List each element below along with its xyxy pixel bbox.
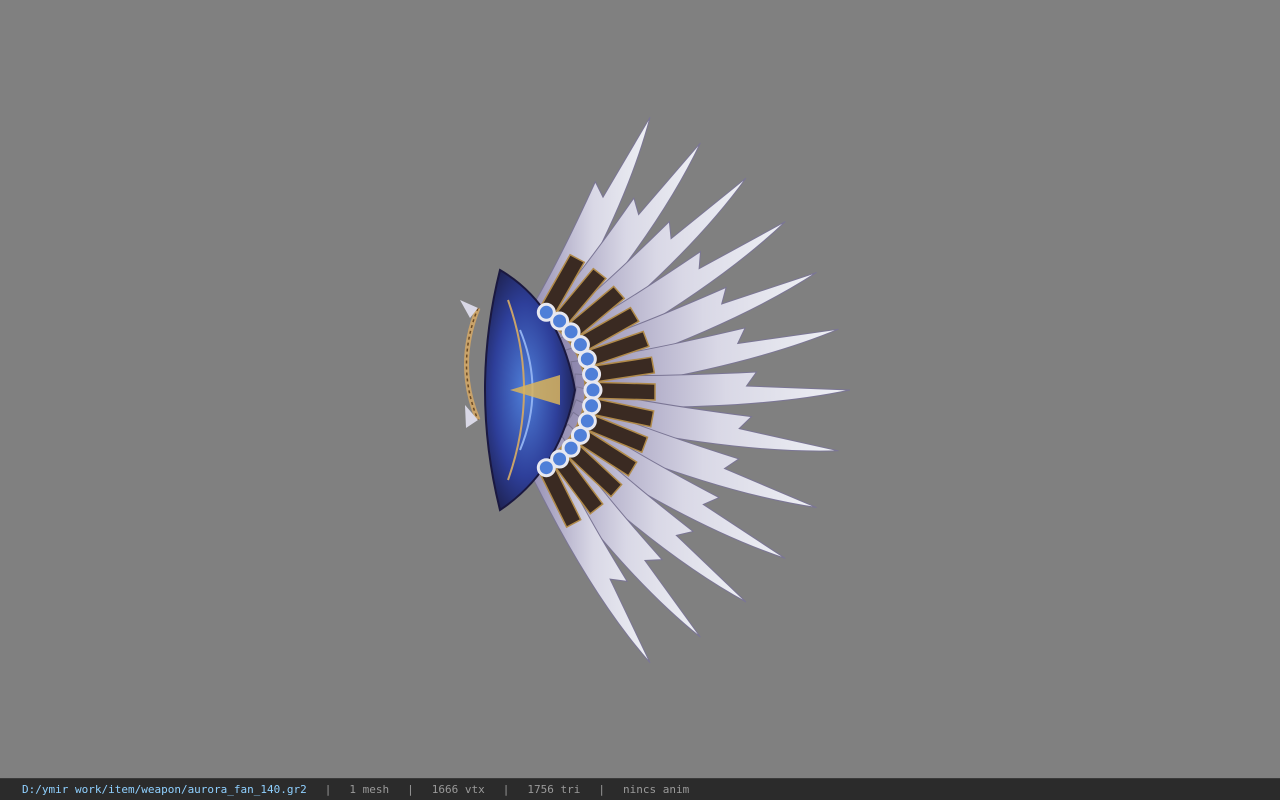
mesh-count-label: 1 mesh [349,783,390,796]
3d-viewport[interactable] [0,0,1280,778]
swirl-ornament [536,458,556,478]
status-separator: | [502,783,510,796]
triangle-count-label: 1756 tri [527,783,581,796]
status-separator: | [407,783,414,796]
animation-status-label: nincs anim [623,783,690,796]
weapon-model-render[interactable] [0,0,1280,778]
swirl-ornament [582,364,602,384]
status-bar: D:/ymir work/item/weapon/aurora_fan_140.… [0,778,1280,800]
swirl-ornament [582,396,602,416]
swirl-ornament [577,349,597,369]
fan-handle-loop [460,300,481,428]
vertex-count-label: 1666 vtx [431,783,485,796]
status-separator: | [324,783,332,796]
status-separator: | [598,783,605,796]
swirl-ornament [583,380,603,400]
file-path-label: D:/ymir work/item/weapon/aurora_fan_140.… [22,783,307,796]
